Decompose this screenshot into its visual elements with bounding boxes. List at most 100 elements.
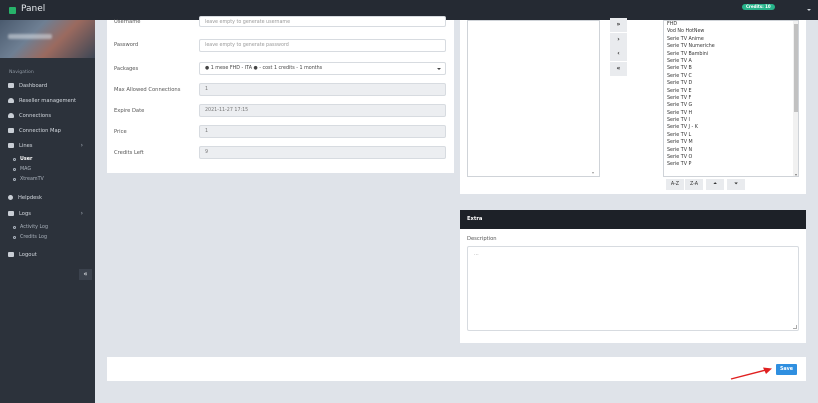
scroll-down-arrow-icon[interactable]	[592, 172, 594, 174]
sidebar-item-label: Reseller management	[19, 97, 77, 104]
list-icon	[8, 143, 14, 148]
sidebar-item-helpdesk[interactable]: Helpdesk	[0, 191, 95, 204]
list-option[interactable]: Serie TV J - K	[664, 124, 798, 131]
sidebar-item-label: Logout	[19, 251, 37, 258]
sidebar-item-logout[interactable]: Logout	[0, 248, 95, 261]
price-field: 1	[199, 125, 446, 138]
list-option[interactable]: Serie TV D	[664, 80, 798, 87]
packages-select[interactable]: ● 1 mese FHD - ITA ● - cost 1 credits - …	[199, 62, 446, 75]
sidebar-subitem-label: Credits Log	[20, 235, 48, 240]
list-option[interactable]: FHD	[664, 21, 798, 28]
move-right-button[interactable]: ›	[610, 33, 627, 47]
list-option[interactable]: Serie TV Numeriche	[664, 43, 798, 50]
move-down-button[interactable]: ⏷	[727, 179, 745, 190]
available-bouquets-list[interactable]	[467, 20, 600, 177]
list-option[interactable]: Serie TV N	[664, 147, 798, 154]
list-option[interactable]: Serie TV O	[664, 154, 798, 161]
sidebar-item-label: Dashboard	[19, 82, 48, 89]
max-connections-field: 1	[199, 83, 446, 96]
username-input[interactable]: leave empty to generate username	[199, 16, 446, 27]
user-menu-chevron-icon[interactable]	[807, 9, 811, 11]
sidebar-subitem-label: User	[20, 157, 33, 162]
list-option[interactable]: Serie TV M	[664, 139, 798, 146]
list-option[interactable]: Serie TV Bambini	[664, 51, 798, 58]
list-option[interactable]: Vod No HotNew	[664, 28, 798, 35]
scrollbar[interactable]	[793, 21, 798, 176]
packages-selected-value: ● 1 mese FHD - ITA ● - cost 1 credits - …	[205, 66, 323, 71]
password-input[interactable]: leave empty to generate password	[199, 39, 446, 52]
credits-left-field: 9	[199, 146, 446, 159]
list-option[interactable]: Serie TV E	[664, 88, 798, 95]
list-option[interactable]: Serie TV C	[664, 73, 798, 80]
sidebar-subitem-credits-log[interactable]: Credits Log	[13, 235, 47, 240]
move-all-left-button[interactable]: «	[610, 62, 627, 76]
sidebar-item-label: Lines	[19, 142, 33, 149]
list-option[interactable]: Serie TV A	[664, 58, 798, 65]
users-icon	[8, 113, 14, 118]
sidebar-item-reseller-management[interactable]: Reseller management	[0, 94, 95, 107]
bullet-icon	[13, 236, 16, 239]
expire-date-label: Expire Date	[114, 108, 145, 114]
description-label: Description	[467, 236, 497, 242]
sort-za-button[interactable]: Z-A	[685, 179, 703, 190]
scroll-down-arrow-icon[interactable]	[795, 174, 797, 176]
sidebar-subitem-mag[interactable]: MAG	[13, 167, 31, 172]
sidebar-item-connection-map[interactable]: Connection Map	[0, 124, 95, 137]
selected-bouquets-options: FHD Vod No HotNew Serie TV Anime Serie TV N…	[664, 21, 798, 169]
sidebar-subitem-activity-log[interactable]: Activity Log	[13, 225, 48, 230]
list-option[interactable]: Serie TV I	[664, 117, 798, 124]
app-title[interactable]: Panel	[21, 4, 45, 14]
username-label: Username	[114, 19, 141, 25]
sidebar-item-label: Connections	[19, 112, 52, 119]
list-option[interactable]: Serie TV P	[664, 161, 798, 168]
annotation-arrow-icon	[730, 367, 772, 380]
chevron-down-icon	[437, 68, 441, 70]
sidebar-subitem-xtreamtv[interactable]: XtreamTV	[13, 177, 44, 182]
move-left-button[interactable]: ‹	[610, 47, 627, 61]
sidebar-item-dashboard[interactable]: Dashboard	[0, 79, 95, 92]
credits-badge: Credits: 10	[742, 4, 775, 10]
description-textarea[interactable]: ...	[467, 246, 799, 331]
sidebar-item-label: Connection Map	[19, 127, 61, 134]
list-option[interactable]: Serie TV B	[664, 65, 798, 72]
move-all-right-button[interactable]: »	[610, 18, 627, 32]
save-button[interactable]: Save	[776, 364, 797, 375]
list-option[interactable]: Serie TV F	[664, 95, 798, 102]
sort-az-button[interactable]: A-Z	[666, 179, 684, 190]
users-icon	[8, 98, 14, 103]
bullet-icon	[13, 168, 16, 171]
list-option[interactable]: Serie TV L	[664, 132, 798, 139]
chevron-right-icon: ›	[80, 210, 83, 217]
resize-grip-icon[interactable]	[793, 325, 797, 329]
sidebar-subitem-label: MAG	[20, 167, 32, 172]
collapse-sidebar-button[interactable]: «	[79, 269, 92, 280]
bullet-icon	[13, 178, 16, 181]
sidebar-subitem-label: Activity Log	[20, 225, 49, 230]
extra-header: Extra	[460, 210, 806, 229]
footer-card	[107, 357, 806, 381]
sidebar-item-lines[interactable]: Lines ›	[0, 139, 95, 152]
move-up-button[interactable]: ⏶	[706, 179, 724, 190]
scrollbar-thumb[interactable]	[793, 24, 798, 112]
sidebar-subitem-label: XtreamTV	[20, 177, 44, 182]
support-icon	[8, 195, 13, 200]
sidebar-subitem-user[interactable]: User	[13, 157, 32, 162]
password-label: Password	[114, 42, 139, 48]
price-label: Price	[114, 129, 127, 135]
list-option[interactable]: Serie TV H	[664, 110, 798, 117]
sidebar-item-logs[interactable]: Logs ›	[0, 207, 95, 220]
list-option[interactable]: Serie TV G	[664, 102, 798, 109]
list-option[interactable]: Serie TV Anime	[664, 36, 798, 43]
selected-bouquets-list[interactable]: FHD Vod No HotNew Serie TV Anime Serie TV N…	[663, 20, 799, 177]
credits-left-label: Credits Left	[114, 150, 144, 156]
bullet-icon	[13, 226, 16, 229]
logout-icon	[8, 252, 14, 257]
expire-date-field: 2021-11-27 17:15	[199, 104, 446, 117]
sidebar-item-label: Logs	[19, 210, 31, 217]
map-icon	[8, 128, 14, 133]
sidebar: Navigation Dashboard Reseller management…	[0, 20, 95, 403]
monitor-icon	[8, 83, 14, 88]
packages-label: Packages	[114, 66, 139, 72]
chevron-right-icon: ›	[80, 142, 83, 149]
sidebar-item-connections[interactable]: Connections	[0, 109, 95, 122]
